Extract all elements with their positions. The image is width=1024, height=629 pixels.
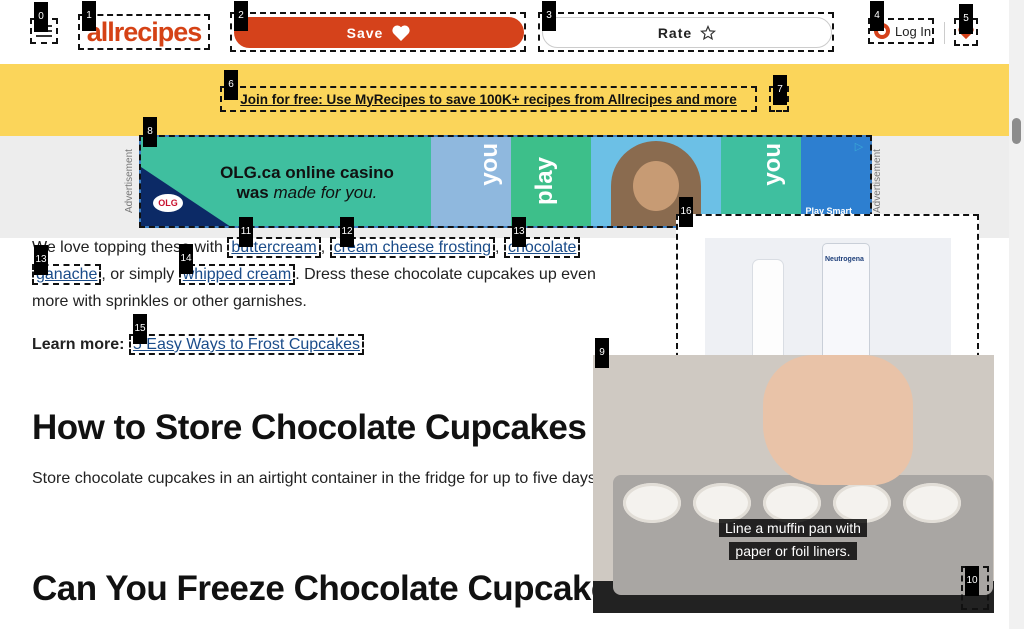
ad-word-you-1: you xyxy=(476,143,503,186)
p1-start: We love topping these with xyxy=(32,239,228,256)
tag-badge: 4 xyxy=(870,1,884,31)
ad-word-play: play xyxy=(531,157,558,206)
save-label: Save xyxy=(346,24,384,41)
tag-badge: 7 xyxy=(773,75,787,105)
site-logo[interactable]: allrecipes xyxy=(78,14,210,50)
video-frame: Line a muffin pan with paper or foil lin… xyxy=(593,355,994,595)
learn-more-link[interactable]: 5 Easy Ways to Frost Cupcakes xyxy=(128,334,364,355)
tag-badge: 12 xyxy=(340,217,354,247)
tag-badge: 15 xyxy=(133,314,147,344)
ad-headline-2b: made for you. xyxy=(273,182,378,202)
ad-headline: OLG.ca online casino was made for you. xyxy=(217,163,397,202)
logo-text: allrecipes xyxy=(86,16,203,47)
tag-badge: 1 xyxy=(82,1,96,31)
ad-headline-2a: was xyxy=(236,182,274,202)
star-icon xyxy=(700,24,717,40)
scrollbar-thumb[interactable] xyxy=(1012,118,1021,144)
tag-badge: 13 xyxy=(34,245,48,275)
ad-headline-1: OLG.ca online casino xyxy=(220,163,394,182)
bottle-image-2 xyxy=(823,244,869,368)
tag-badge: 3 xyxy=(542,1,556,31)
whipped-cream-link[interactable]: whipped cream xyxy=(178,264,296,285)
ad-word-you-2: you xyxy=(759,143,786,186)
adchoices-icon[interactable]: ▷ xyxy=(850,139,868,153)
bottle-image-1 xyxy=(753,260,783,368)
tag-badge: 2 xyxy=(234,1,248,31)
sunscreen-ad-image xyxy=(705,238,951,368)
learn-more-label: Learn more: xyxy=(32,336,125,353)
store-paragraph: Store chocolate cupcakes in an airtight … xyxy=(32,470,601,487)
rate-label: Rate xyxy=(657,24,693,41)
ad-headline-2: was made for you. xyxy=(217,183,397,203)
save-button-frame: Save xyxy=(230,12,526,52)
tag-badge: 14 xyxy=(179,244,193,274)
caption-line-1: Line a muffin pan with xyxy=(719,519,867,537)
tag-badge: 11 xyxy=(239,217,253,247)
ad-label-left: Advertisement xyxy=(124,149,135,213)
page-scrollbar[interactable] xyxy=(1009,0,1024,629)
cupcake-liner xyxy=(903,483,961,523)
tag-badge: 10 xyxy=(965,566,979,596)
tag-badge: 9 xyxy=(595,338,609,368)
tag-badge: 16 xyxy=(679,197,693,227)
heart-icon xyxy=(392,25,410,41)
hand-image xyxy=(763,355,913,485)
video-player[interactable]: Line a muffin pan with paper or foil lin… xyxy=(593,355,994,613)
p1-mid: , or simply xyxy=(101,266,179,283)
header-divider xyxy=(944,22,945,44)
caption-line-2: paper or foil liners. xyxy=(729,542,857,560)
ad-label-right: Advertisement xyxy=(872,149,883,213)
tag-badge: 0 xyxy=(34,2,48,32)
olg-logo: OLG xyxy=(153,194,183,212)
heading-store: How to Store Chocolate Cupcakes xyxy=(32,408,587,447)
login-label: Log In xyxy=(895,23,932,39)
tag-badge: 8 xyxy=(143,117,157,147)
tag-badge: 5 xyxy=(959,4,973,34)
cream-cheese-link[interactable]: cream cheese frosting xyxy=(329,237,496,258)
tag-badge: 13 xyxy=(512,217,526,247)
heading-freeze: Can You Freeze Chocolate Cupcakes? xyxy=(32,569,650,608)
rate-button[interactable]: Rate xyxy=(542,17,832,48)
learn-more: Learn more: 5 Easy Ways to Frost Cupcake… xyxy=(32,331,364,358)
video-caption: Line a muffin pan with paper or foil lin… xyxy=(711,517,875,563)
rate-button-frame: Rate xyxy=(538,12,834,52)
cupcake-liner xyxy=(623,483,681,523)
tag-badge: 6 xyxy=(224,70,238,100)
save-button[interactable]: Save xyxy=(234,17,524,48)
promo-link[interactable]: Join for free: Use MyRecipes to save 100… xyxy=(220,86,757,112)
site-header: allrecipes Save Rate Log In xyxy=(0,0,1009,64)
